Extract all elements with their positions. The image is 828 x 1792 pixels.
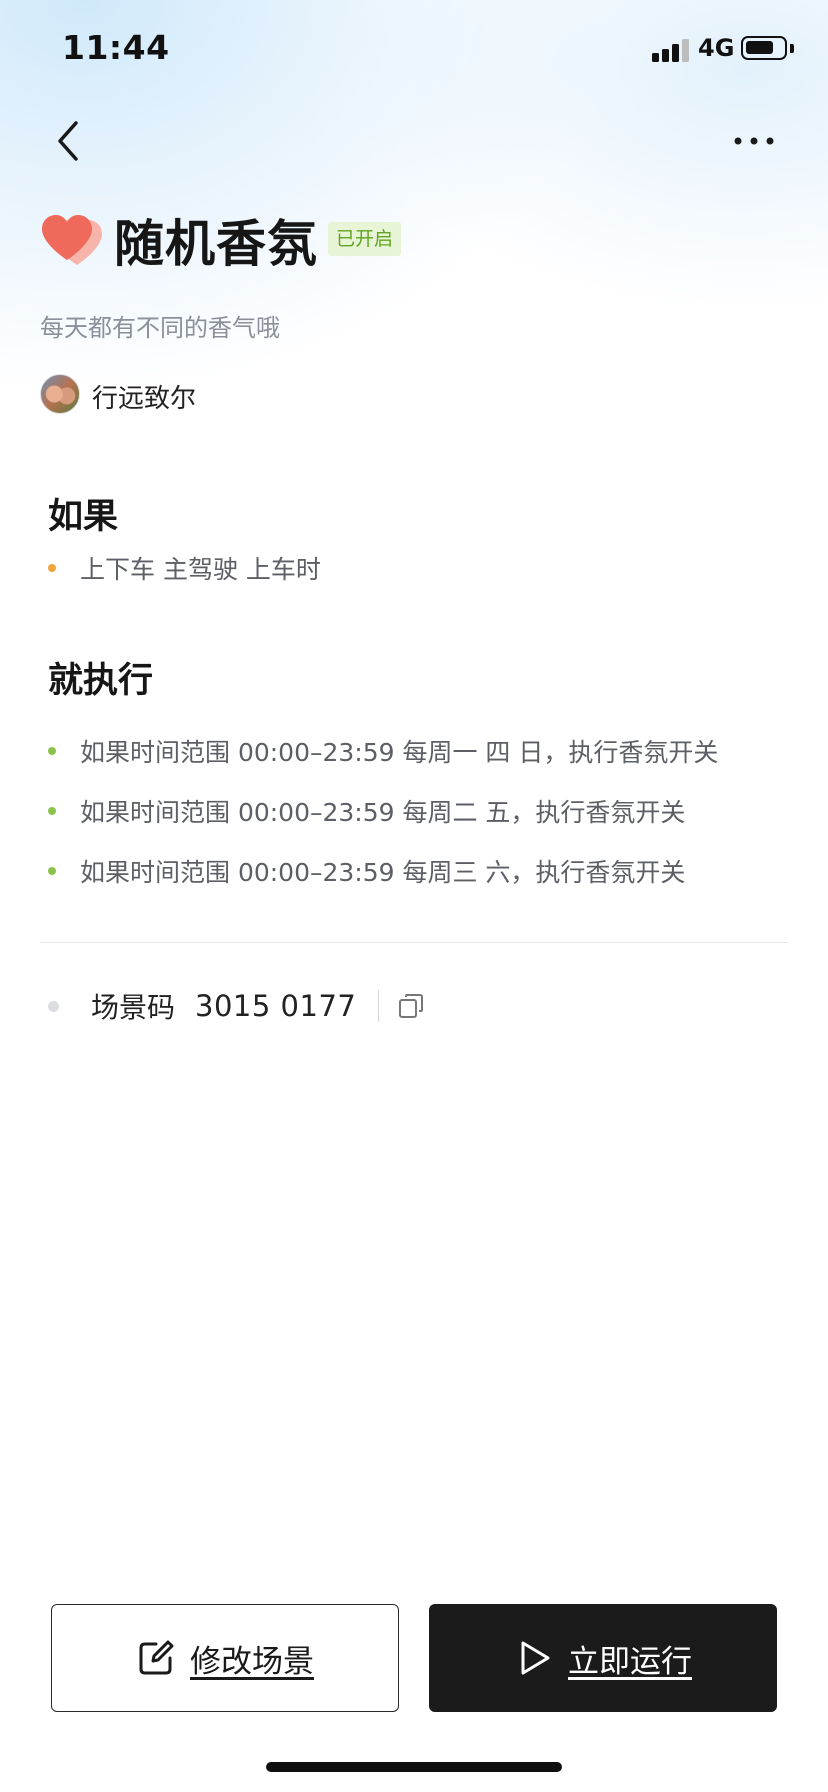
bullet-dot — [48, 1000, 59, 1012]
bullet-dot — [48, 747, 56, 755]
run-now-label: 立即运行 — [568, 1643, 692, 1680]
scene-code-label: 场景码 — [91, 991, 176, 1024]
avatar[interactable] — [40, 374, 80, 414]
if-section-heading: 如果 — [48, 497, 119, 537]
action-text: 如果时间范围 00:00–23:59 每周三 六，执行香氛开关 — [80, 858, 686, 887]
status-bar: 11:44 4G — [0, 0, 828, 100]
action-text: 如果时间范围 00:00–23:59 每周二 五，执行香氛开关 — [80, 798, 686, 827]
scene-description: 每天都有不同的香气哦 — [40, 314, 280, 342]
scene-code-row: 场景码 3015 0177 — [48, 986, 425, 1026]
edit-scene-label: 修改场景 — [190, 1643, 314, 1680]
heart-icon — [40, 210, 102, 266]
action-item: 如果时间范围 00:00–23:59 每周一 四 日，执行香氛开关 — [48, 733, 718, 769]
home-indicator[interactable] — [266, 1762, 562, 1772]
header-background — [0, 0, 828, 700]
more-button[interactable] — [728, 122, 784, 160]
action-item: 如果时间范围 00:00–23:59 每周二 五，执行香氛开关 — [48, 793, 685, 829]
then-section-heading: 就执行 — [48, 661, 154, 701]
condition-item: 上下车 主驾驶 上车时 — [48, 550, 321, 586]
battery-icon — [741, 36, 787, 60]
copy-icon[interactable] — [397, 992, 425, 1020]
run-now-button[interactable]: 立即运行 — [429, 1604, 777, 1712]
more-horizontal-icon — [734, 137, 774, 145]
action-text: 如果时间范围 00:00–23:59 每周一 四 日，执行香氛开关 — [80, 738, 719, 767]
bullet-dot — [48, 867, 56, 875]
chevron-left-icon — [58, 121, 78, 161]
author-name[interactable]: 行远致尔 — [92, 378, 196, 415]
condition-text: 上下车 主驾驶 上车时 — [80, 555, 321, 584]
scene-code-value: 3015 0177 — [195, 989, 357, 1023]
action-item: 如果时间范围 00:00–23:59 每周三 六，执行香氛开关 — [48, 853, 685, 889]
cellular-signal-icon — [652, 38, 690, 62]
status-badge: 已开启 — [328, 222, 402, 256]
separator — [378, 990, 380, 1022]
bullet-dot — [48, 564, 56, 572]
play-icon — [521, 1641, 550, 1675]
divider — [40, 942, 788, 943]
status-time: 11:44 — [62, 28, 170, 67]
page-title: 随机香氛 — [114, 215, 318, 273]
edit-icon — [139, 1640, 174, 1675]
network-type: 4G — [698, 34, 735, 62]
back-button[interactable] — [48, 115, 92, 167]
bullet-dot — [48, 807, 56, 815]
battery-cap — [790, 44, 794, 53]
edit-scene-button[interactable]: 修改场景 — [51, 1604, 399, 1712]
